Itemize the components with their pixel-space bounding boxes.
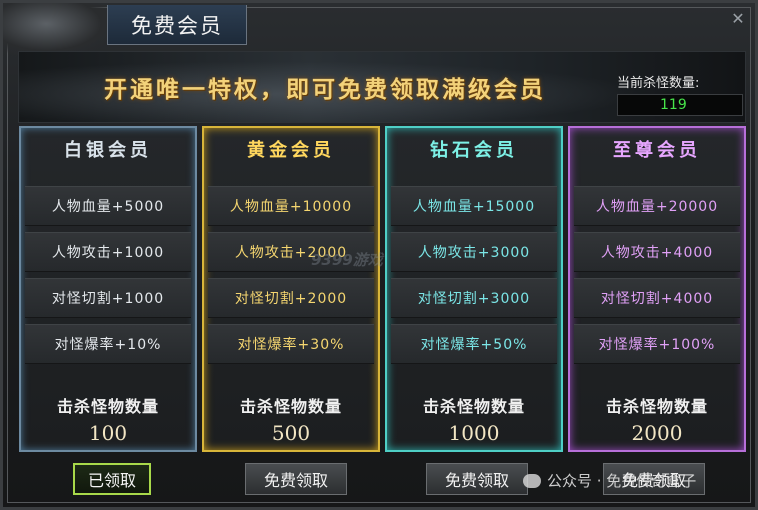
perk-row: 人物血量+20000: [574, 186, 740, 226]
perk-row: 人物血量+15000: [391, 186, 557, 226]
perk-row: 人物攻击+4000: [574, 232, 740, 272]
requirement-label: 击杀怪物数量: [56, 397, 159, 416]
card-supreme-member: 至尊会员 人物血量+20000 人物攻击+4000 对怪切割+4000 对怪爆率…: [568, 126, 746, 452]
card-gold-member: 黄金会员 人物血量+10000 人物攻击+2000 对怪切割+2000 对怪爆率…: [202, 126, 380, 452]
kill-count-label: 当前杀怪数量:: [617, 76, 700, 91]
claim-gold-button[interactable]: 免费领取: [245, 463, 347, 495]
card-title: 至尊会员: [613, 140, 701, 161]
card-diamond-member: 钻石会员 人物血量+15000 人物攻击+3000 对怪切割+3000 对怪爆率…: [385, 126, 563, 452]
requirement-value: 500: [271, 421, 311, 445]
perk-row: 对怪切割+2000: [208, 278, 374, 318]
perk-row: 对怪爆率+30%: [208, 324, 374, 364]
requirement-value: 100: [88, 421, 128, 445]
card-title: 黄金会员: [247, 140, 335, 161]
window-title: 免费会员: [107, 5, 247, 45]
card-title: 钻石会员: [430, 140, 518, 161]
dragon-ornament-icon: [3, 3, 111, 55]
perk-row: 对怪切割+4000: [574, 278, 740, 318]
perk-row: 人物血量+5000: [25, 186, 191, 226]
perk-row: 对怪切割+3000: [391, 278, 557, 318]
requirement-value: 1000: [448, 421, 500, 445]
requirement-label: 击杀怪物数量: [605, 397, 708, 416]
close-icon[interactable]: ✕: [727, 7, 749, 29]
promo-banner: 开通唯一特权，即可免费领取满级会员 当前杀怪数量: 119: [18, 51, 746, 123]
perk-row: 对怪爆率+50%: [391, 324, 557, 364]
requirement-value: 2000: [631, 421, 683, 445]
overlay-watermark-text: 公众号 · 免费传奇盒子: [547, 472, 697, 490]
perk-row: 对怪切割+1000: [25, 278, 191, 318]
requirement-label: 击杀怪物数量: [422, 397, 525, 416]
card-silver-member: 白银会员 人物血量+5000 人物攻击+1000 对怪切割+1000 对怪爆率+…: [19, 126, 197, 452]
perk-row: 对怪爆率+10%: [25, 324, 191, 364]
wechat-icon: [523, 473, 541, 488]
perk-row: 对怪爆率+100%: [574, 324, 740, 364]
perk-row: 人物攻击+3000: [391, 232, 557, 272]
perk-row: 人物攻击+1000: [25, 232, 191, 272]
claimed-button[interactable]: 已领取: [73, 463, 151, 495]
center-watermark: 9399游戏: [311, 251, 383, 269]
card-title: 白银会员: [64, 140, 152, 161]
kill-count-value: 119: [617, 94, 743, 116]
requirement-label: 击杀怪物数量: [239, 397, 342, 416]
claim-diamond-button[interactable]: 免费领取: [426, 463, 528, 495]
overlay-watermark: 公众号 · 免费传奇盒子: [523, 470, 696, 491]
perk-row: 人物血量+10000: [208, 186, 374, 226]
membership-window: 免费会员 ✕ 开通唯一特权，即可免费领取满级会员 当前杀怪数量: 119 白银会…: [0, 0, 758, 510]
banner-headline: 开通唯一特权，即可免费领取满级会员: [104, 76, 546, 103]
